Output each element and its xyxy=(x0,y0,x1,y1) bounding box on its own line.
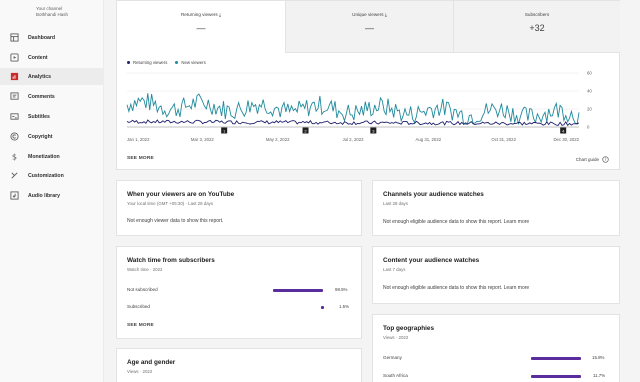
sidebar-item-customization[interactable]: Customization xyxy=(0,167,104,184)
sidebar-item-label: Copyright xyxy=(28,133,53,140)
sidebar-item-audio-library[interactable]: Audio library xyxy=(0,187,104,204)
sidebar-item-subtitles[interactable]: Subtitles xyxy=(0,108,104,125)
sidebar-item-dashboard[interactable]: Dashboard xyxy=(0,29,104,46)
card-subtitle: Last 28 days xyxy=(383,201,408,206)
sidebar-item-label: Customization xyxy=(28,172,64,179)
download-icon: ⤓ xyxy=(384,12,387,17)
card-message[interactable]: Not enough eligible audience data to sho… xyxy=(383,219,529,225)
tab-subscribers[interactable]: Subscribers +32 xyxy=(453,1,620,53)
tab-returning-viewers[interactable]: Returning viewers ⤓ — xyxy=(117,1,285,53)
watch-time-card: Watch time from subscribers Watch time ·… xyxy=(116,246,362,339)
card-subtitle: Views · 2022 xyxy=(127,369,153,374)
row-label-germany: Germany xyxy=(383,355,402,360)
row-pct: 1.5% xyxy=(339,304,350,309)
metric-value: +32 xyxy=(529,23,545,33)
metric-label: Returning viewers ⤓ xyxy=(180,12,222,17)
audio-library-icon xyxy=(0,191,28,200)
y-tick-label: 20 xyxy=(587,107,592,112)
bar-not-subscribed xyxy=(273,289,323,292)
metric-value: — xyxy=(365,23,374,33)
help-icon: ? xyxy=(602,156,609,163)
row-pct: 11.7% xyxy=(593,373,606,378)
sidebar-item-label: Comments xyxy=(28,93,55,100)
sidebar-item-label: Subtitles xyxy=(28,113,50,120)
sidebar-item-copyright[interactable]: Copyright xyxy=(0,128,104,145)
y-tick-label: 60 xyxy=(587,71,592,76)
content-watch-card: Content your audience watches Last 7 day… xyxy=(372,246,620,304)
metric-label: Unique viewers ⤓ xyxy=(352,12,387,17)
legend-new: New viewers xyxy=(175,60,206,65)
sidebar: Your channel Bothhandi Hash Dashboard Co… xyxy=(0,0,104,382)
x-tick-label: Dec 30, 2022 xyxy=(553,137,579,142)
tab-unique-viewers[interactable]: Unique viewers ⤓ — xyxy=(285,1,453,53)
bar-south-africa xyxy=(531,375,581,378)
x-tick-label: Jan 1, 2022 xyxy=(127,137,150,142)
sidebar-item-comments[interactable]: Comments xyxy=(0,88,104,105)
card-subtitle: Views · 2022 xyxy=(383,335,409,340)
comments-icon xyxy=(0,92,28,101)
monetization-icon: $ xyxy=(0,152,28,161)
customization-icon xyxy=(0,171,28,180)
card-subtitle: Last 7 days xyxy=(383,267,406,272)
metric-value: — xyxy=(196,23,206,33)
age-gender-card: Age and gender Views · 2022 xyxy=(116,348,362,382)
row-label-not-subscribed: Not subscribed xyxy=(127,287,158,292)
dashboard-icon xyxy=(0,33,28,42)
y-tick-label: 0 xyxy=(587,125,590,130)
legend-dot-icon xyxy=(175,61,179,65)
sidebar-item-label: Monetization xyxy=(28,153,60,160)
audience-overview-card: Returning viewers ⤓ — Unique viewers ⤓ —… xyxy=(116,0,620,170)
x-tick-label: Aug 31, 2022 xyxy=(416,137,442,142)
viewers-line-chart: 60402001 2 3 4Jan 1, 2022 Mar 3, 2022 May 2, … xyxy=(126,71,592,142)
card-message: Not enough viewer data to show this repo… xyxy=(127,218,224,224)
download-icon: ⤓ xyxy=(219,12,222,17)
card-title: Age and gender xyxy=(127,359,176,366)
content-icon xyxy=(0,53,28,62)
row-pct: 98.5% xyxy=(335,287,348,292)
svg-text:$: $ xyxy=(11,152,16,161)
bar-germany xyxy=(531,357,581,360)
x-tick-label: Jul 2, 2022 xyxy=(342,137,364,142)
svg-text:?: ? xyxy=(604,157,606,162)
sidebar-item-label: Analytics xyxy=(28,73,52,80)
metric-label: Subscribers xyxy=(524,12,550,17)
row-pct: 15.8% xyxy=(592,355,605,360)
chart-legend: Returning viewers New viewers xyxy=(127,60,206,65)
row-label-subscribed: Subscribed xyxy=(127,304,150,309)
legend-dot-icon xyxy=(127,61,130,65)
x-tick-label: Oct 31, 2022 xyxy=(491,137,516,142)
card-subtitle: Watch time · 2022 xyxy=(127,267,163,272)
see-more-button[interactable]: SEE MORE xyxy=(127,323,154,328)
x-tick-label: May 2, 2022 xyxy=(266,137,290,142)
analytics-icon xyxy=(0,72,28,81)
channel-info: Your channel Bothhandi Hash xyxy=(36,6,68,18)
card-title: Watch time from subscribers xyxy=(127,257,215,264)
sidebar-item-label: Audio library xyxy=(28,192,60,199)
bar-subscribed xyxy=(321,306,324,309)
card-title: Channels your audience watches xyxy=(383,191,484,198)
sidebar-item-analytics[interactable]: Analytics xyxy=(0,68,104,85)
chart-guide-link[interactable]: Chart guide ? xyxy=(576,156,609,163)
top-geographies-card: Top geographies Views · 2022 Germany 15.… xyxy=(372,314,620,382)
copyright-icon xyxy=(0,132,28,141)
sidebar-item-content[interactable]: Content xyxy=(0,49,104,66)
card-title: Content your audience watches xyxy=(383,257,480,264)
sidebar-item-label: Content xyxy=(28,54,48,61)
x-tick-label: Mar 3, 2022 xyxy=(191,137,215,142)
see-more-button[interactable]: SEE MORE xyxy=(127,156,154,161)
y-tick-label: 40 xyxy=(587,89,592,94)
channel-name: Bothhandi Hash xyxy=(36,12,69,17)
sidebar-item-label: Dashboard xyxy=(28,34,56,41)
channels-watch-card: Channels your audience watches Last 28 d… xyxy=(372,180,620,236)
subtitles-icon xyxy=(0,112,28,121)
legend-returning: Returning viewers xyxy=(127,60,167,65)
when-viewers-card: When your viewers are on YouTube Your lo… xyxy=(116,180,362,236)
row-label-south-africa: South Africa xyxy=(383,373,408,378)
sidebar-item-monetization[interactable]: $ Monetization xyxy=(0,148,104,165)
card-title: Top geographies xyxy=(383,325,435,332)
card-subtitle: Your local time (GMT +05:30) · Last 28 d… xyxy=(127,201,214,206)
card-title: When your viewers are on YouTube xyxy=(127,191,235,198)
card-message[interactable]: Not enough eligible audience data to sho… xyxy=(383,285,529,291)
